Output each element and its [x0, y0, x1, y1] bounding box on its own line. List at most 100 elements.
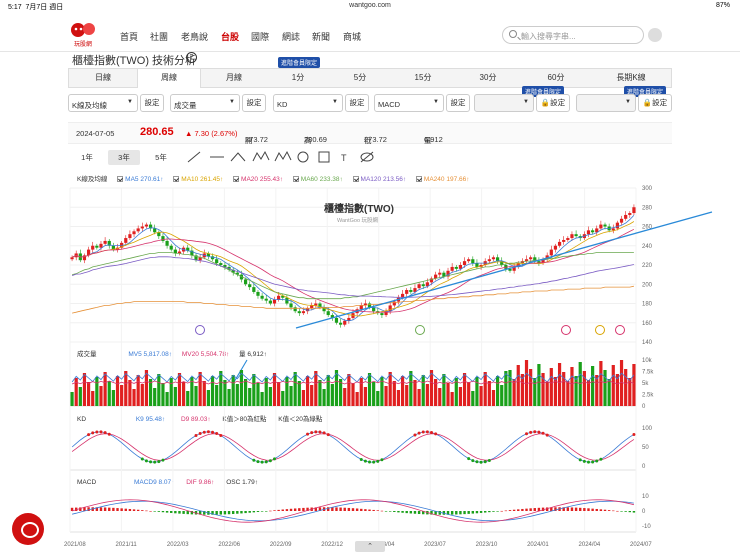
- volume-bar: [91, 391, 95, 406]
- candle-body: [215, 259, 219, 264]
- volume-bar: [322, 389, 326, 406]
- kd-green-dot: [157, 460, 161, 464]
- volume-bar: [297, 381, 301, 406]
- osc-bar: [459, 511, 462, 515]
- candle-body: [487, 259, 491, 262]
- stock-chart[interactable]: 30028026024022020018016014010k7.5k5k2.5k…: [0, 0, 740, 555]
- candle-body: [243, 279, 248, 285]
- kd-red-dot: [429, 430, 433, 434]
- osc-bar: [595, 508, 598, 511]
- osc-bar: [620, 511, 623, 512]
- volume-bar: [310, 385, 314, 406]
- candle-body: [91, 245, 95, 250]
- macd-tick-label: -10: [642, 524, 651, 530]
- x-tick-label: 2024/04: [579, 542, 601, 548]
- osc-bar: [273, 510, 276, 511]
- candle-body: [591, 230, 595, 233]
- volume-bar: [462, 373, 467, 406]
- chat-button[interactable]: [12, 513, 44, 545]
- price-tick-label: 220: [642, 263, 653, 269]
- volume-bar: [632, 364, 636, 406]
- volume-bar: [425, 384, 429, 406]
- volume-bar: [500, 385, 504, 406]
- osc-bar: [339, 507, 342, 511]
- candle-body: [248, 284, 252, 288]
- candle-body: [491, 257, 496, 260]
- kd-red-dot: [306, 432, 310, 436]
- ma20-line: [71, 228, 635, 313]
- kd-green-dot: [483, 460, 487, 464]
- kd-red-dot: [529, 430, 533, 434]
- kd-green-dot: [153, 460, 157, 464]
- osc-bar: [479, 511, 483, 513]
- candle-body: [603, 224, 607, 227]
- osc-bar: [153, 511, 156, 512]
- volume-bar: [599, 361, 603, 406]
- osc-bar: [219, 511, 222, 515]
- volume-bar: [363, 387, 367, 406]
- scroll-up-button[interactable]: ⌃: [355, 541, 385, 552]
- volume-bar: [314, 371, 318, 406]
- kd-red-dot: [326, 433, 330, 437]
- volume-bar: [417, 389, 421, 406]
- candle-body: [140, 226, 144, 229]
- candle-body: [417, 284, 421, 289]
- volume-bar: [347, 374, 351, 406]
- candle-body: [219, 263, 223, 265]
- osc-bar: [236, 511, 239, 514]
- osc-bar: [591, 508, 594, 511]
- candle-body: [343, 320, 347, 325]
- kd-green-dot: [376, 459, 380, 463]
- osc-bar: [529, 508, 532, 511]
- osc-bar: [376, 510, 379, 511]
- kd-green-dot: [586, 460, 590, 464]
- osc-bar: [116, 508, 119, 511]
- osc-bar: [492, 511, 495, 512]
- volume-bar: [256, 383, 260, 406]
- volume-bar: [231, 375, 235, 406]
- osc-bar: [285, 509, 289, 511]
- kd-tick-label: 50: [642, 445, 649, 451]
- osc-bar: [517, 509, 520, 511]
- volume-bar: [434, 379, 438, 406]
- volume-bar: [330, 384, 334, 406]
- kd-green-dot: [591, 460, 595, 464]
- volume-bar: [272, 373, 277, 406]
- osc-bar: [496, 511, 499, 512]
- kd-red-dot: [215, 432, 219, 436]
- kd-red-dot: [99, 430, 103, 434]
- volume-bar: [202, 381, 206, 406]
- candle-body: [277, 295, 281, 300]
- x-tick-label: 2022/12: [321, 542, 343, 548]
- kd-red-dot: [202, 430, 206, 434]
- candle-body: [421, 284, 425, 287]
- kd-red-dot: [525, 432, 529, 436]
- volume-bar: [471, 391, 475, 406]
- osc-bar: [265, 511, 268, 512]
- volume-bar: [82, 373, 87, 406]
- candle-body: [264, 298, 268, 301]
- price-tick-label: 280: [642, 205, 653, 211]
- volume-bar: [376, 391, 380, 406]
- osc-bar: [574, 507, 578, 511]
- volume-bar: [182, 382, 186, 406]
- candle-body: [624, 214, 628, 219]
- volume-bar: [111, 390, 115, 406]
- volume-bar: [177, 373, 182, 406]
- kd-green-dot: [471, 459, 475, 463]
- volume-bar: [529, 369, 533, 406]
- kd-red-dot: [632, 433, 636, 437]
- osc-bar: [533, 508, 536, 511]
- kd-red-dot: [318, 430, 322, 434]
- volume-bar: [458, 387, 463, 406]
- kd-red-dot: [107, 432, 111, 436]
- volume-bar: [285, 377, 289, 406]
- x-tick-label: 2022/09: [270, 542, 292, 548]
- volume-bar: [318, 380, 322, 406]
- kd-red-dot: [91, 431, 95, 435]
- d-line: [71, 433, 635, 461]
- mv20-line: [71, 380, 635, 385]
- kd-green-dot: [140, 457, 144, 461]
- volume-bar: [326, 375, 330, 406]
- osc-bar: [355, 508, 359, 511]
